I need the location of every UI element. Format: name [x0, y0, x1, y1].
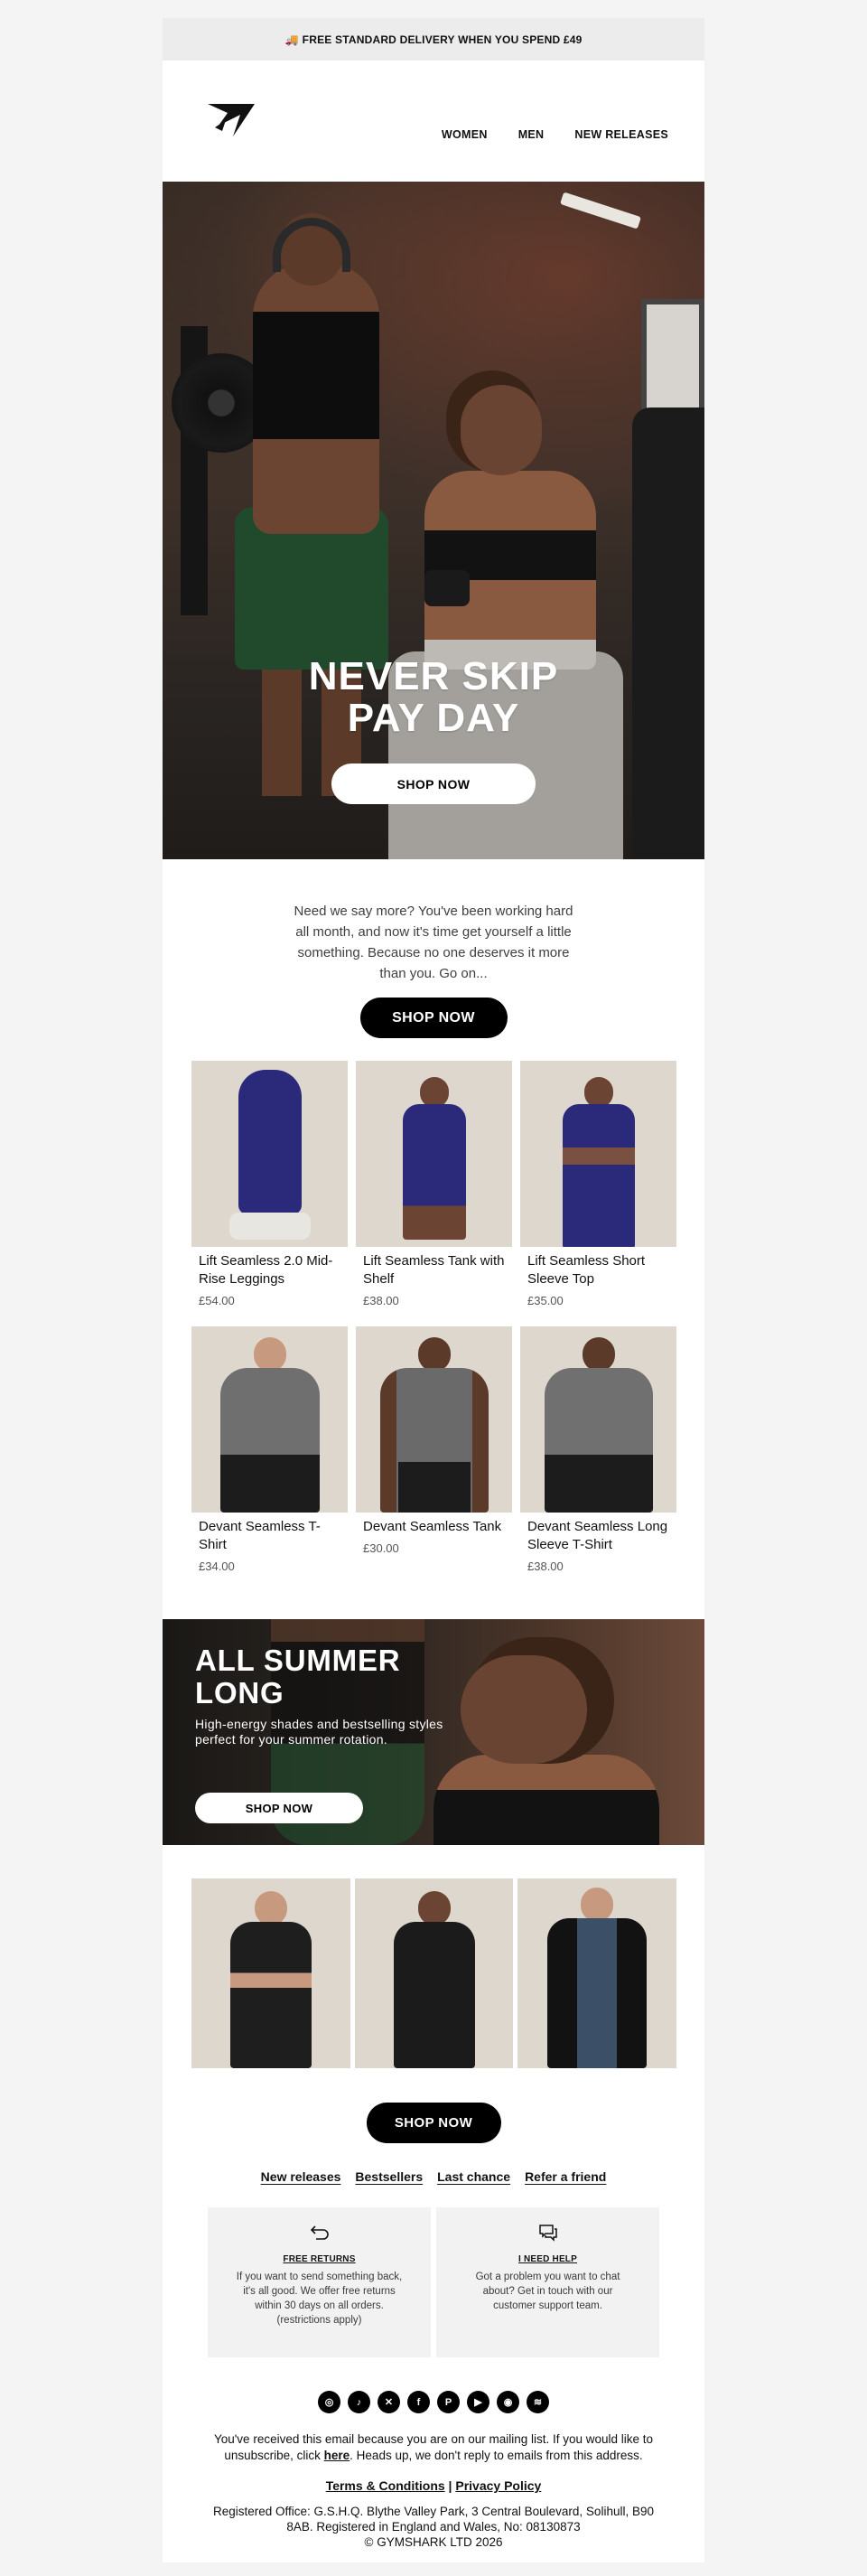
main-nav: WOMEN MEN NEW RELEASES	[442, 128, 668, 141]
product-image[interactable]	[356, 1326, 512, 1513]
product-image[interactable]	[191, 1326, 348, 1513]
product-image[interactable]	[191, 1061, 348, 1247]
free-returns-text: If you want to send something back, it's…	[236, 2272, 403, 2326]
need-help-box[interactable]: I NEED HELP Got a problem you want to ch…	[436, 2207, 659, 2357]
product-price: £54.00	[199, 1294, 235, 1307]
product-price: £38.00	[363, 1294, 399, 1307]
intro-shop-now-button[interactable]: SHOP NOW	[359, 998, 508, 1038]
terms-link[interactable]: Terms & Conditions	[326, 2478, 445, 2493]
instagram-icon[interactable]: ◎	[318, 2391, 340, 2413]
footer-unsubscribe-text: You've received this email because you a…	[213, 2432, 654, 2462]
need-help-text: Got a problem you want to chat about? Ge…	[475, 2272, 620, 2311]
bottom-shop-now-button[interactable]: SHOP NOW	[366, 2103, 501, 2143]
link-new-releases[interactable]: New releases	[261, 2169, 341, 2207]
header	[163, 61, 704, 182]
link-bestsellers[interactable]: Bestsellers	[355, 2169, 423, 2207]
need-help-title[interactable]: I NEED HELP	[436, 2254, 659, 2264]
pinterest-icon[interactable]: P	[437, 2391, 460, 2413]
summer-banner[interactable]: ALL SUMMER LONG High-energy shades and b…	[163, 1619, 704, 1845]
unsubscribe-link[interactable]: here	[324, 2449, 350, 2462]
product-card[interactable]: Lift Seamless Short Sleeve Top £35.00	[520, 1061, 676, 1326]
product-image[interactable]	[517, 1878, 677, 2068]
email-container: 🚚 FREE STANDARD DELIVERY WHEN YOU SPEND …	[163, 18, 704, 2562]
intro-text: Need we say more? You've been working ha…	[294, 904, 573, 981]
product-image[interactable]	[354, 1878, 514, 2068]
registered-office: Registered Office: G.S.H.Q. Blythe Valle…	[163, 2504, 704, 2562]
product-name[interactable]: Lift Seamless 2.0 Mid-Rise Leggings	[191, 1252, 348, 1288]
promo-text: FREE STANDARD DELIVERY WHEN YOU SPEND £4…	[302, 33, 583, 46]
product-image[interactable]	[520, 1061, 676, 1247]
free-returns-title[interactable]: FREE RETURNS	[208, 2254, 431, 2264]
product-name[interactable]: Lift Seamless Short Sleeve Top	[520, 1252, 676, 1288]
copyright: © GYMSHARK LTD 2026	[364, 2535, 503, 2549]
summer-product-grid	[163, 1878, 704, 2068]
info-boxes: FREE RETURNS If you want to send somethi…	[163, 2207, 704, 2357]
nav-new-releases[interactable]: NEW RELEASES	[574, 128, 668, 141]
product-price: £34.00	[199, 1560, 235, 1573]
product-image[interactable]	[520, 1326, 676, 1513]
truck-icon: 🚚	[284, 33, 299, 46]
legal-links: Terms & Conditions | Privacy Policy	[325, 2478, 542, 2493]
product-card[interactable]: Lift Seamless Tank with Shelf £38.00	[356, 1061, 512, 1326]
hero-image[interactable]: NEVER SKIP PAY DAY SHOP NOW	[163, 182, 704, 859]
chat-icon	[436, 2224, 659, 2247]
product-card[interactable]: Devant Seamless T-Shirt £34.00	[191, 1326, 348, 1592]
banner-title: ALL SUMMER LONG	[195, 1644, 401, 1710]
promo-bar[interactable]: 🚚 FREE STANDARD DELIVERY WHEN YOU SPEND …	[163, 18, 704, 61]
link-refer-a-friend[interactable]: Refer a friend	[525, 2169, 606, 2207]
privacy-link[interactable]: Privacy Policy	[455, 2478, 541, 2493]
hero-title: NEVER SKIP PAY DAY	[308, 654, 559, 740]
return-arrow-icon	[208, 2224, 431, 2247]
link-last-chance[interactable]: Last chance	[437, 2169, 510, 2207]
product-card[interactable]: Devant Seamless Long Sleeve T-Shirt £38.…	[520, 1326, 676, 1592]
banner-shop-now-button[interactable]: SHOP NOW	[195, 1793, 363, 1823]
product-card[interactable]: Lift Seamless 2.0 Mid-Rise Leggings £54.…	[191, 1061, 348, 1326]
banner-subtitle: High-energy shades and bestselling style…	[195, 1717, 443, 1747]
product-image[interactable]	[356, 1061, 512, 1247]
nav-women[interactable]: WOMEN	[442, 128, 488, 141]
free-returns-box[interactable]: FREE RETURNS If you want to send somethi…	[208, 2207, 431, 2357]
banner-text: ALL SUMMER LONG High-energy shades and b…	[195, 1644, 466, 1747]
x-icon[interactable]: ✕	[378, 2391, 400, 2413]
tiktok-icon[interactable]: ♪	[348, 2391, 370, 2413]
product-name[interactable]: Devant Seamless Tank	[356, 1518, 512, 1536]
gymshark-logo-icon[interactable]	[206, 100, 256, 142]
product-price: £30.00	[363, 1541, 399, 1555]
footer-links: New releases Bestsellers Last chance Ref…	[163, 2166, 704, 2207]
spotify-icon[interactable]: ≋	[527, 2391, 549, 2413]
product-price: £38.00	[527, 1560, 564, 1573]
product-grid: Lift Seamless 2.0 Mid-Rise Leggings £54.…	[163, 1061, 704, 1592]
product-name[interactable]: Devant Seamless Long Sleeve T-Shirt	[520, 1518, 676, 1554]
nav-men[interactable]: MEN	[518, 128, 545, 141]
discord-icon[interactable]: ◉	[497, 2391, 519, 2413]
product-image[interactable]	[191, 1878, 350, 2068]
social-icons: ◎ ♪ ✕ f P ▶ ◉ ≋	[163, 2357, 704, 2431]
youtube-icon[interactable]: ▶	[467, 2391, 489, 2413]
product-card[interactable]: Devant Seamless Tank £30.00	[356, 1326, 512, 1592]
hero-shop-now-button[interactable]: SHOP NOW	[331, 763, 536, 804]
product-price: £35.00	[527, 1294, 564, 1307]
product-name[interactable]: Lift Seamless Tank with Shelf	[356, 1252, 512, 1288]
product-name[interactable]: Devant Seamless T-Shirt	[191, 1518, 348, 1554]
facebook-icon[interactable]: f	[407, 2391, 430, 2413]
